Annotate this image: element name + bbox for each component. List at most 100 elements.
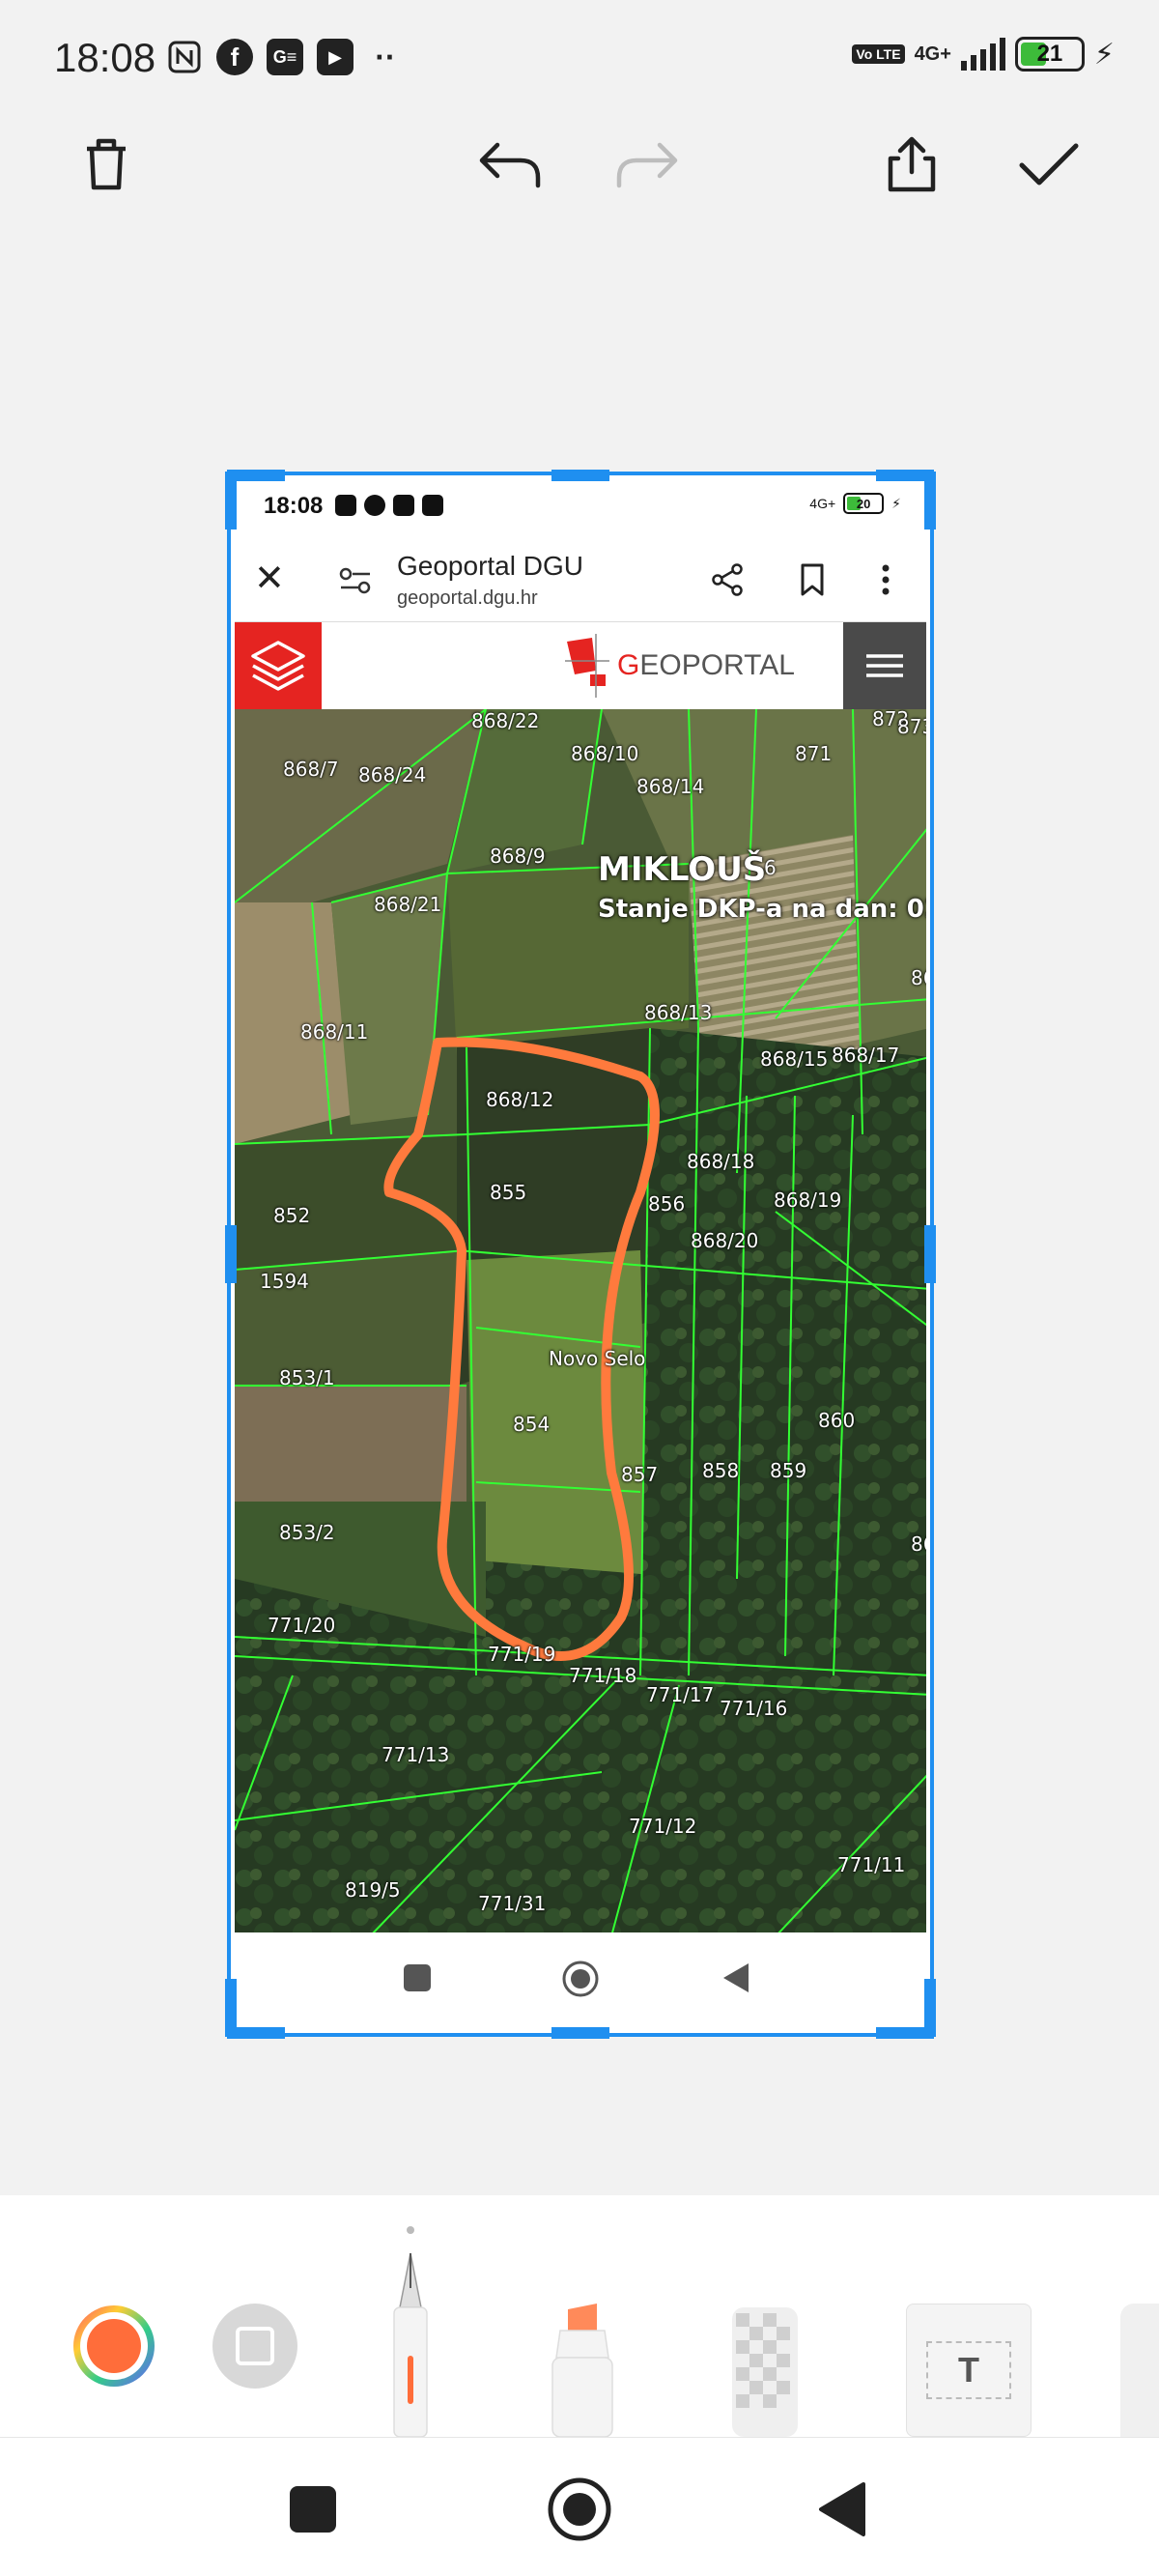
parcel-label: 856 [648, 1192, 686, 1216]
home-icon [562, 1961, 599, 1997]
crop-handle-bottom-left-vertical[interactable] [225, 1979, 237, 2037]
crop-handle-bottom[interactable] [551, 2027, 609, 2039]
parcel-label: 868/12 [486, 1088, 554, 1111]
text-tool[interactable]: T [906, 2304, 1032, 2437]
layers-button[interactable] [235, 622, 322, 709]
layers-icon [251, 641, 305, 691]
drawing-tools-bar: T [0, 2195, 1159, 2437]
dkp-status-label: Stanje DKP-a na dan: 02.0 [598, 895, 926, 924]
gallery-app-icon [393, 495, 414, 516]
crop-handle-top-left-vertical[interactable] [225, 472, 237, 530]
home-icon[interactable] [547, 2476, 612, 2542]
geoportal-header: GEOPORTAL [235, 622, 926, 709]
parcel-label: 868/7 [283, 758, 339, 781]
inner-status-time: 18:08 [264, 493, 324, 519]
parcel-label: 771/13 [382, 1743, 450, 1766]
system-navigation-bar [0, 2437, 1159, 2576]
parcel-label: 868/11 [300, 1020, 369, 1044]
volte-badge: Vo LTE [852, 44, 905, 64]
page-url[interactable]: geoportal.dgu.hr [397, 587, 538, 610]
parcel-label: 852 [273, 1204, 311, 1227]
youtube-icon: ▶ [317, 39, 353, 75]
crop-handle-right[interactable] [924, 1225, 936, 1283]
charging-icon: ⚡ [1093, 38, 1115, 71]
facebook-icon: f [216, 39, 253, 75]
crop-handle-top-right-vertical[interactable] [924, 472, 936, 530]
parcel-label: 819/5 [345, 1878, 401, 1902]
back-icon[interactable] [817, 2480, 867, 2538]
recent-apps-icon [404, 1964, 431, 1991]
hamburger-menu-icon [866, 654, 903, 677]
parcel-label: 771/17 [646, 1683, 715, 1706]
check-icon[interactable] [1010, 126, 1088, 203]
share-icon[interactable] [708, 560, 747, 599]
crop-handle-bottom-right-vertical[interactable] [924, 1979, 936, 2037]
share-icon[interactable] [873, 126, 950, 203]
map-imagery [235, 709, 926, 1936]
crop-handle-left[interactable] [225, 1225, 237, 1283]
editor-toolbar [0, 116, 1159, 213]
youtube-icon [422, 495, 443, 516]
color-wheel-icon[interactable] [70, 2302, 158, 2390]
back-icon [723, 1963, 749, 1992]
parcel-label: 859 [770, 1459, 807, 1482]
screenshot-preview[interactable]: 18:08 4G+ 20 ⚡ ✕ Geoportal DGU geoportal… [225, 470, 936, 2039]
inner-battery-icon: 20 [843, 493, 885, 514]
network-type: 4G+ [914, 43, 951, 65]
parcel-label: 868/19 [774, 1188, 842, 1212]
mosaic-icon[interactable] [726, 2304, 804, 2437]
geoportal-logo-text: GEOPORTAL [617, 649, 795, 681]
parcel-label: 860 [818, 1409, 856, 1432]
selected-tool-indicator [407, 2226, 414, 2234]
parcel-label: 868/13 [644, 1001, 713, 1024]
bookmark-icon[interactable] [793, 560, 832, 599]
parcel-label: 771/18 [569, 1664, 637, 1687]
parcel-label: 868/18 [687, 1150, 755, 1173]
inner-network-type: 4G+ [809, 496, 836, 511]
parcel-label: 771/12 [629, 1815, 697, 1838]
nfc-icon [166, 39, 203, 75]
inner-navigation-bar [235, 1932, 926, 2029]
highlighter-icon[interactable] [547, 2304, 618, 2437]
facebook-icon [364, 495, 385, 516]
parcel-label: 868/17 [832, 1044, 900, 1067]
parcel-label: 868/22 [471, 709, 540, 732]
shape-icon[interactable] [211, 2302, 299, 2390]
parcel-label: 868/10 [571, 742, 639, 765]
parcel-label: 868/24 [358, 763, 427, 787]
notification-icons: f G≡ ▶ ·· [166, 39, 404, 75]
parcel-label: 854 [513, 1413, 551, 1436]
redo-icon[interactable] [608, 126, 686, 203]
site-settings-icon[interactable] [339, 564, 372, 597]
inner-status-bar: 18:08 4G+ 20 ⚡ [235, 479, 926, 535]
menu-button[interactable] [843, 622, 926, 709]
geoportal-logo[interactable]: GEOPORTAL [563, 632, 795, 700]
more-options-icon[interactable] [866, 560, 905, 599]
place-name-label: MIKLOUŠ [598, 850, 767, 889]
cadastral-map[interactable]: MIKLOUŠ Stanje DKP-a na dan: 02.0 Novo S… [235, 709, 926, 1936]
nfc-icon [335, 495, 356, 516]
parcel-label: 771/19 [488, 1643, 556, 1666]
settlement-label: Novo Selo [549, 1347, 646, 1370]
status-time: 18:08 [54, 35, 156, 80]
parcel-label: 855 [490, 1181, 527, 1204]
parcel-label: 771/11 [837, 1853, 906, 1876]
parcel-label: 873 [897, 715, 926, 738]
signal-icon [960, 38, 1005, 71]
recent-apps-icon[interactable] [288, 2484, 338, 2534]
eraser-tool[interactable] [1120, 2304, 1159, 2437]
geoportal-logo-mark [565, 634, 609, 698]
parcel-label: 868/20 [691, 1229, 759, 1252]
parcel-label: 868/15 [760, 1047, 829, 1071]
text-tool-label: T [926, 2341, 1011, 2399]
crop-handle-top[interactable] [551, 470, 609, 481]
parcel-label: 853/1 [279, 1366, 335, 1389]
trash-icon[interactable] [68, 126, 145, 203]
pen-icon[interactable] [382, 2249, 438, 2437]
parcel-label: 868/14 [636, 775, 705, 798]
undo-icon[interactable] [471, 126, 549, 203]
more-notifications-icon: ·· [375, 39, 396, 74]
parcel-label: 853/2 [279, 1521, 335, 1544]
parcel-label: 86 [911, 1532, 926, 1556]
close-icon[interactable]: ✕ [254, 560, 285, 597]
